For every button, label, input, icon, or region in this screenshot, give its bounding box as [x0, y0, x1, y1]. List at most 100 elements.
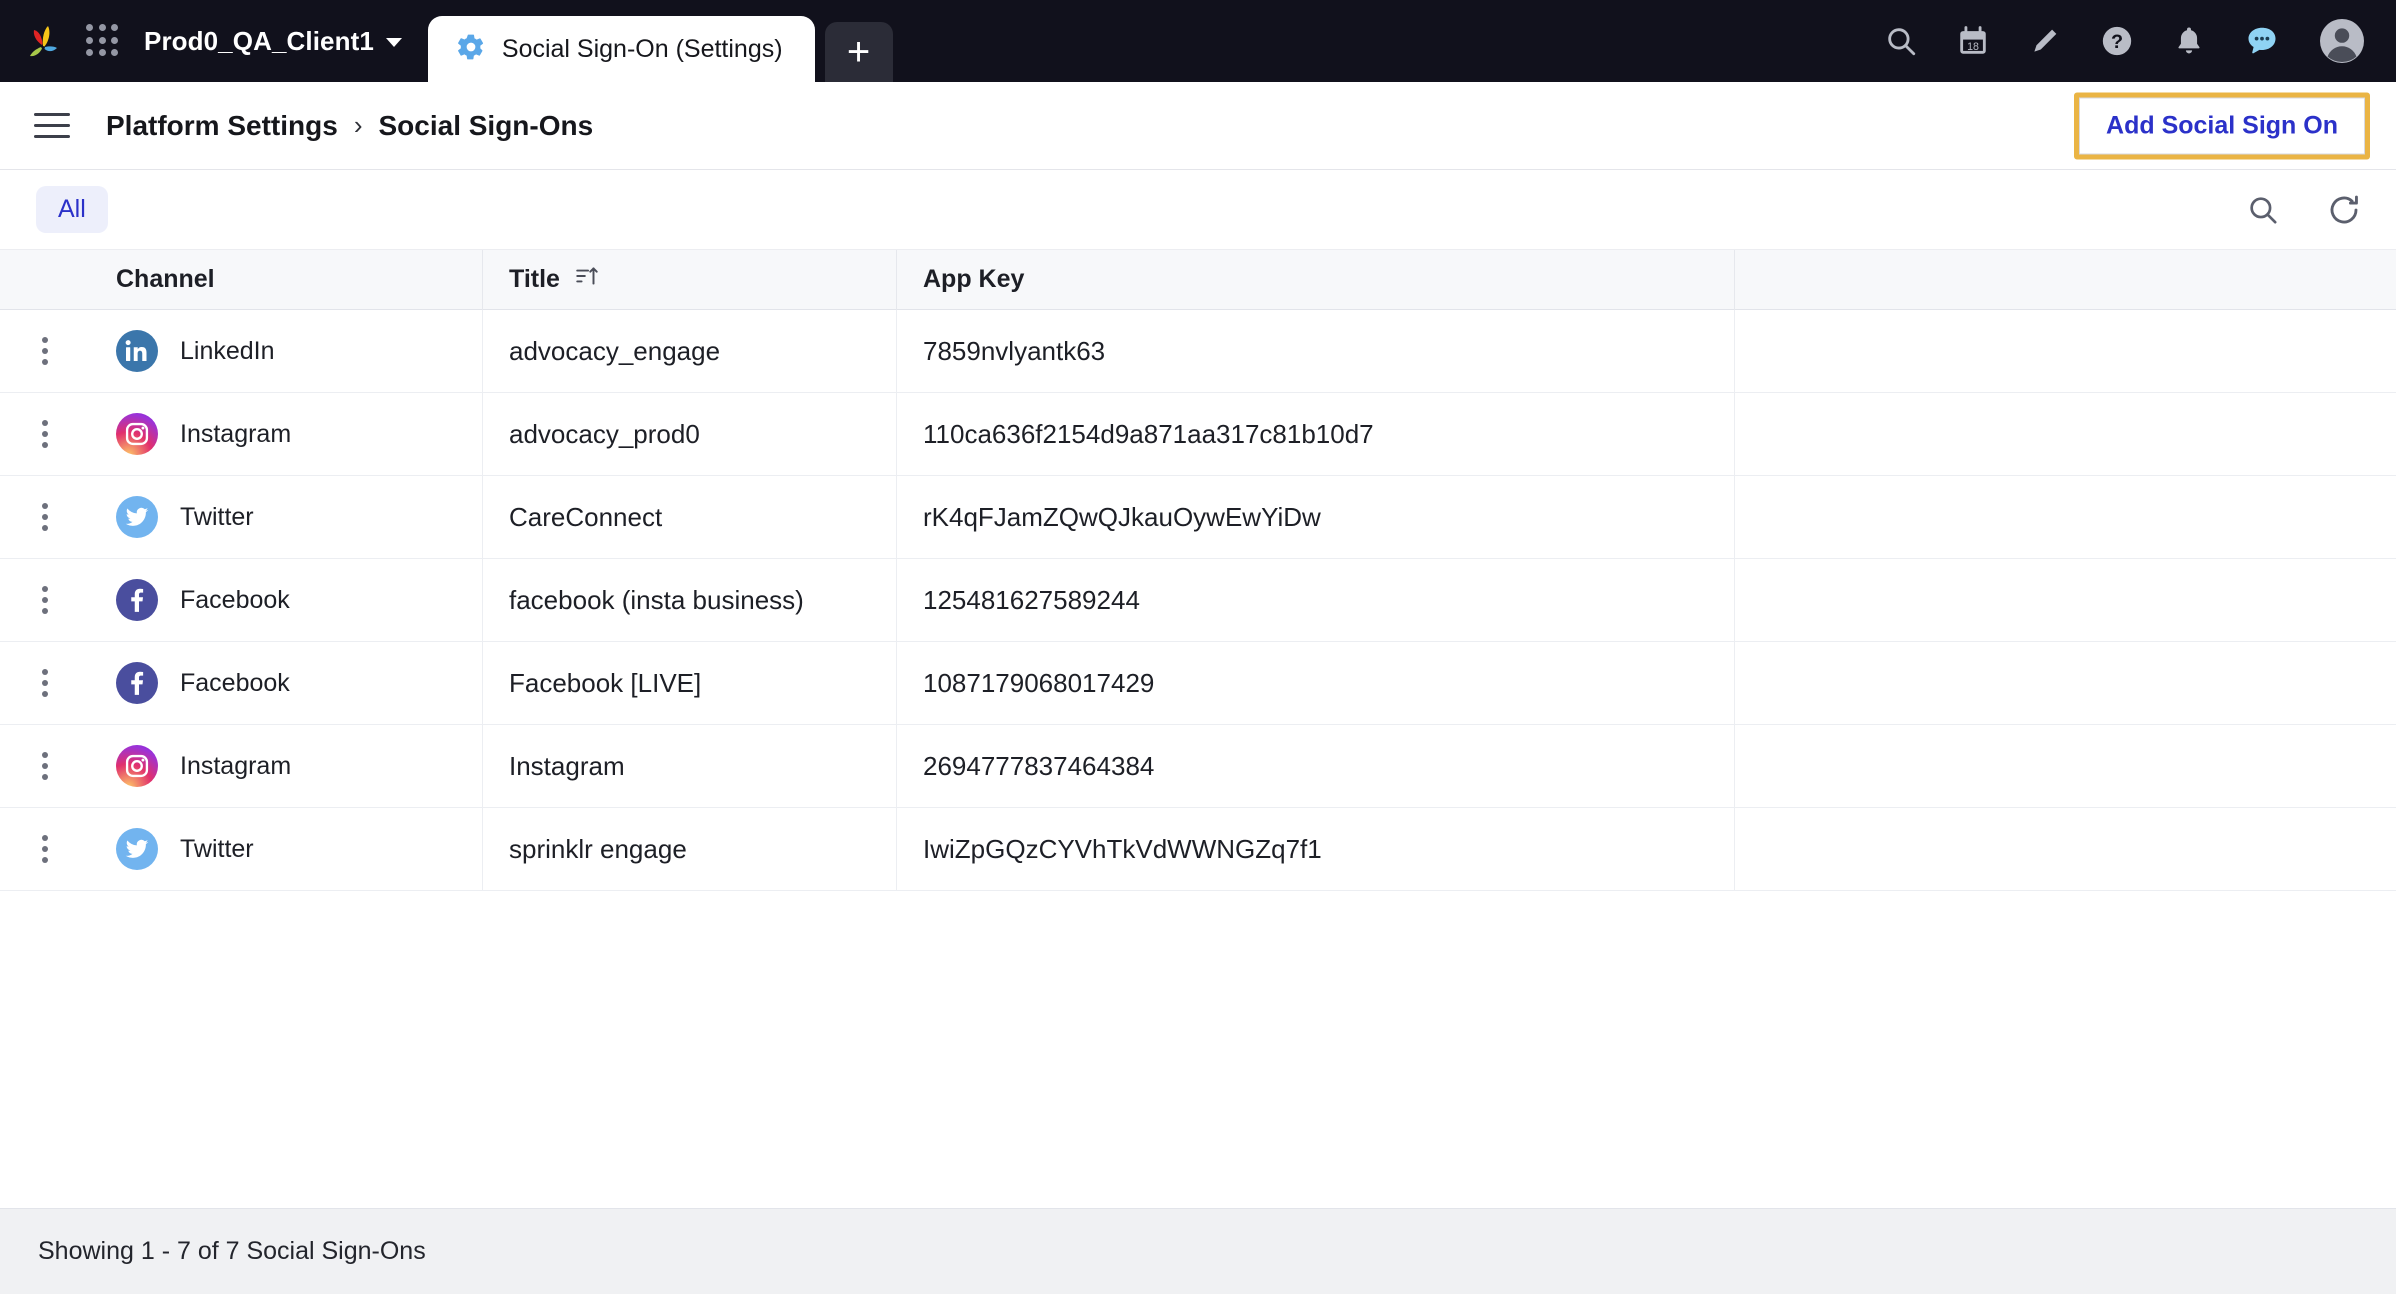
channel-name: LinkedIn — [180, 336, 275, 365]
channel-name: Twitter — [180, 502, 254, 531]
cell-title: Facebook [LIVE] — [483, 641, 897, 725]
gear-icon — [456, 32, 486, 67]
kebab-dot — [42, 691, 48, 697]
table-row[interactable]: LinkedIn advocacy_engage 7859nvlyantk63 — [0, 309, 2396, 393]
search-icon[interactable] — [1884, 24, 1918, 58]
tab-strip: Social Sign-On (Settings) + — [427, 0, 893, 82]
table-row[interactable]: Instagram Instagram 2694777837464384 — [0, 724, 2396, 808]
kebab-dot — [42, 669, 48, 675]
cell-spacer — [1735, 393, 2396, 476]
cell-channel: Instagram — [90, 724, 483, 808]
refresh-icon[interactable] — [2326, 192, 2362, 228]
kebab-dot — [42, 752, 48, 758]
cell-title: CareConnect — [483, 475, 897, 559]
row-menu-icon[interactable] — [34, 495, 56, 539]
sort-ascending-icon[interactable] — [574, 263, 600, 296]
cell-spacer — [1735, 310, 2396, 393]
svg-text:?: ? — [2111, 31, 2123, 53]
new-tab-button[interactable]: + — [824, 22, 893, 82]
cell-title: facebook (insta business) — [483, 558, 897, 642]
calendar-icon[interactable]: 18 — [1956, 24, 1990, 58]
filter-tab-all[interactable]: All — [36, 186, 108, 233]
hamburger-line — [34, 113, 70, 116]
channel-name: Facebook — [180, 585, 290, 614]
kebab-dot — [42, 597, 48, 603]
table-row[interactable]: Facebook Facebook [LIVE] 1087179068017429 — [0, 641, 2396, 725]
hamburger-icon[interactable] — [34, 113, 70, 138]
avatar-icon[interactable] — [2318, 17, 2366, 65]
app-window: Prod0_QA_Client1 Social Sign-On (Setting… — [0, 0, 2396, 1294]
cell-app-key: 110ca636f2154d9a871aa317c81b10d7 — [897, 392, 1735, 476]
sprinklr-logo[interactable] — [22, 19, 66, 63]
row-actions-cell — [0, 642, 90, 725]
cell-channel: LinkedIn — [90, 309, 483, 393]
kebab-dot — [42, 503, 48, 509]
table-row[interactable]: Instagram advocacy_prod0 110ca636f2154d9a8… — [0, 392, 2396, 476]
kebab-dot — [42, 608, 48, 614]
add-social-sign-on-button[interactable]: Add Social Sign On — [2079, 97, 2365, 154]
tab-social-sign-on-settings[interactable]: Social Sign-On (Settings) — [427, 16, 815, 82]
row-menu-icon[interactable] — [34, 412, 56, 456]
row-menu-icon[interactable] — [34, 827, 56, 871]
cell-channel: Twitter — [90, 807, 483, 891]
kebab-dot — [42, 586, 48, 592]
facebook-icon — [116, 579, 158, 621]
kebab-dot — [42, 846, 48, 852]
row-menu-icon[interactable] — [34, 661, 56, 705]
cell-channel: Instagram — [90, 392, 483, 476]
table-header-app-key[interactable]: App Key — [897, 249, 1735, 310]
kebab-dot — [42, 857, 48, 863]
cell-app-key: 2694777837464384 — [897, 724, 1735, 808]
cell-app-key: 1087179068017429 — [897, 641, 1735, 725]
breadcrumb-bar: Platform Settings › Social Sign-Ons Add … — [0, 82, 2396, 170]
cell-spacer — [1735, 476, 2396, 559]
top-navigation-bar: Prod0_QA_Client1 Social Sign-On (Setting… — [0, 0, 2396, 82]
row-actions-cell — [0, 310, 90, 393]
breadcrumb-item-platform-settings[interactable]: Platform Settings — [106, 110, 338, 142]
grid-dot — [98, 24, 106, 31]
cell-app-key: IwiZpGQzCYVhTkVdWWNGZq7f1 — [897, 807, 1735, 891]
row-actions-cell — [0, 476, 90, 559]
channel-name: Twitter — [180, 834, 254, 863]
table-header-title-label: Title — [509, 265, 560, 293]
search-icon[interactable] — [2246, 193, 2280, 227]
hamburger-line — [34, 135, 70, 138]
kebab-dot — [42, 514, 48, 520]
pencil-icon[interactable] — [2028, 24, 2062, 58]
topbar-actions: 18 ? — [1884, 0, 2366, 82]
cell-app-key: 125481627589244 — [897, 558, 1735, 642]
kebab-dot — [42, 442, 48, 448]
cell-app-key: 7859nvlyantk63 — [897, 309, 1735, 393]
table-header-actions — [0, 250, 90, 310]
kebab-dot — [42, 763, 48, 769]
row-menu-icon[interactable] — [34, 744, 56, 788]
row-menu-icon[interactable] — [34, 578, 56, 622]
row-menu-icon[interactable] — [34, 329, 56, 373]
table-row[interactable]: Twitter CareConnect rK4qFJamZQwQJkauOywEwY… — [0, 475, 2396, 559]
workspace-selector[interactable]: Prod0_QA_Client1 — [144, 26, 402, 57]
social-sign-ons-table: Channel Title App Key LinkedIn advocacy_e… — [0, 249, 2396, 891]
grid-dot — [86, 24, 93, 31]
breadcrumb-item-social-sign-ons[interactable]: Social Sign-Ons — [378, 110, 593, 142]
grid-dot — [111, 49, 119, 57]
row-actions-cell — [0, 725, 90, 808]
cell-channel: Facebook — [90, 558, 483, 642]
instagram-icon — [116, 745, 158, 787]
cell-spacer — [1735, 808, 2396, 891]
row-actions-cell — [0, 559, 90, 642]
channel-name: Instagram — [180, 751, 292, 780]
bell-icon[interactable] — [2172, 24, 2206, 58]
kebab-dot — [42, 774, 48, 780]
cell-spacer — [1735, 725, 2396, 808]
table-header-title[interactable]: Title — [483, 249, 897, 310]
table-header-channel[interactable]: Channel — [90, 249, 483, 310]
filter-bar: All — [0, 170, 2396, 250]
chat-icon[interactable] — [2244, 23, 2280, 59]
help-icon[interactable]: ? — [2100, 24, 2134, 58]
table-row[interactable]: Facebook facebook (insta business) 1254816… — [0, 558, 2396, 642]
workspace-label: Prod0_QA_Client1 — [144, 25, 374, 56]
table-row[interactable]: Twitter sprinklr engage IwiZpGQzCYVhTkVdWW… — [0, 807, 2396, 891]
app-switcher-icon[interactable] — [86, 24, 120, 58]
topbar-left-group: Prod0_QA_Client1 Social Sign-On (Setting… — [0, 0, 893, 82]
kebab-dot — [42, 835, 48, 841]
